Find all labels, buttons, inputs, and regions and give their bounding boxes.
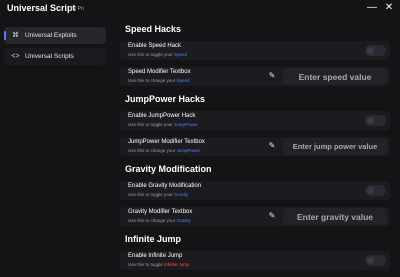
row-description: Use this to toggle your Gravity	[128, 192, 189, 197]
row-description: Use this to change your Speed	[128, 78, 190, 83]
row-description: Use this to toggle Infinite Jump	[128, 262, 190, 267]
speed-hack-toggle[interactable]	[365, 45, 386, 56]
active-indicator	[4, 31, 6, 40]
window-subtitle: by Pri	[71, 6, 84, 12]
section-title-gravity-modification: Gravity Modification	[125, 164, 212, 174]
row-title: Enable JumpPower Hack	[128, 113, 196, 119]
jumppower-hack-toggle-row[interactable]: Enable JumpPower Hack Use this to toggle…	[120, 111, 390, 130]
row-description: Use this to toggle your JumpPower	[128, 122, 198, 127]
toggle-knob	[367, 117, 374, 124]
infinite-jump-toggle-row[interactable]: Enable Infinite Jump Use this to toggle …	[120, 251, 390, 270]
close-icon[interactable]: ✕	[381, 0, 397, 16]
section-title-speed-hacks: Speed Hacks	[125, 24, 182, 34]
row-title: Enable Speed Hack	[128, 43, 182, 49]
jumppower-value-input[interactable]	[283, 138, 387, 155]
section-title-jumppower-hacks: JumpPower Hacks	[125, 94, 206, 104]
speed-hack-toggle-row[interactable]: Enable Speed Hack Use this to toggle you…	[120, 41, 390, 60]
pencil-icon: ✎	[268, 211, 276, 220]
jumppower-modifier-row: JumpPower Modifier Textbox Use this to c…	[120, 137, 390, 156]
sidebar-item-universal-scripts[interactable]: <> Universal Scripts	[4, 48, 106, 65]
gravity-toggle-row[interactable]: Enable Gravity Modification Use this to …	[120, 181, 390, 200]
speed-value-input[interactable]	[283, 68, 387, 85]
main-content: Speed Hacks Enable Speed Hack Use this t…	[118, 22, 396, 277]
row-title: Enable Gravity Modification	[128, 183, 202, 189]
row-title: Enable Infinite Jump	[128, 253, 183, 259]
row-title: Gravity Modifier Textbox	[128, 209, 193, 215]
row-description: Use this to toggle your Speed	[128, 52, 188, 57]
toggle-knob	[367, 257, 374, 264]
row-title: Speed Modifier Textbox	[128, 69, 191, 75]
row-description: Use this to change your JumpPower	[128, 148, 201, 153]
code-icon: <>	[11, 53, 20, 60]
row-title: JumpPower Modifier Textbox	[128, 139, 205, 145]
gravity-value-input[interactable]	[283, 208, 387, 225]
minimize-icon[interactable]: —	[364, 0, 380, 16]
jumppower-hack-toggle[interactable]	[365, 115, 386, 126]
sidebar: ⌘ Universal Exploits <> Universal Script…	[0, 24, 110, 277]
pencil-icon: ✎	[268, 141, 276, 150]
pencil-icon: ✎	[268, 71, 276, 80]
speed-modifier-row: Speed Modifier Textbox Use this to chang…	[120, 67, 390, 86]
sidebar-item-label: Universal Exploits	[25, 32, 77, 39]
app-window: Universal Script by Pri — ✕ ⌘ Universal …	[0, 0, 400, 277]
row-description: Use this to change your Gravity	[128, 218, 191, 223]
gravity-modifier-row: Gravity Modifier Textbox Use this to cha…	[120, 207, 390, 226]
infinite-jump-toggle[interactable]	[365, 255, 386, 266]
gamepad-icon: ⌘	[12, 32, 19, 39]
toggle-knob	[367, 187, 374, 194]
section-title-infinite-jump: Infinite Jump	[125, 234, 181, 244]
sidebar-item-universal-exploits[interactable]: ⌘ Universal Exploits	[4, 27, 106, 44]
window-title: Universal Script	[7, 3, 76, 13]
gravity-toggle[interactable]	[365, 185, 386, 196]
toggle-knob	[367, 47, 374, 54]
sidebar-item-label: Universal Scripts	[25, 53, 74, 60]
title-bar[interactable]: Universal Script by Pri — ✕	[0, 0, 400, 18]
